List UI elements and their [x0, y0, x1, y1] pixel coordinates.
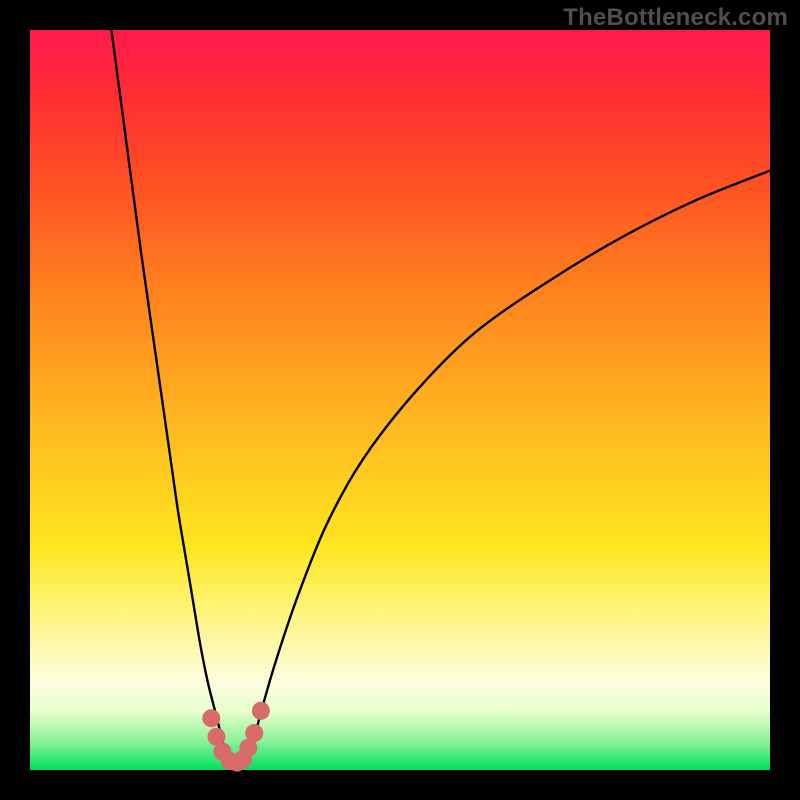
marker-point [202, 709, 220, 727]
marker-point [252, 702, 270, 720]
curve-right-branch [245, 171, 770, 767]
marker-point [245, 724, 263, 742]
chart-svg [30, 30, 770, 770]
plot-area [30, 30, 770, 770]
highlighted-markers [202, 702, 270, 772]
curve-left-branch [111, 30, 229, 766]
watermark-text: TheBottleneck.com [563, 4, 788, 32]
outer-frame: TheBottleneck.com [0, 0, 800, 800]
